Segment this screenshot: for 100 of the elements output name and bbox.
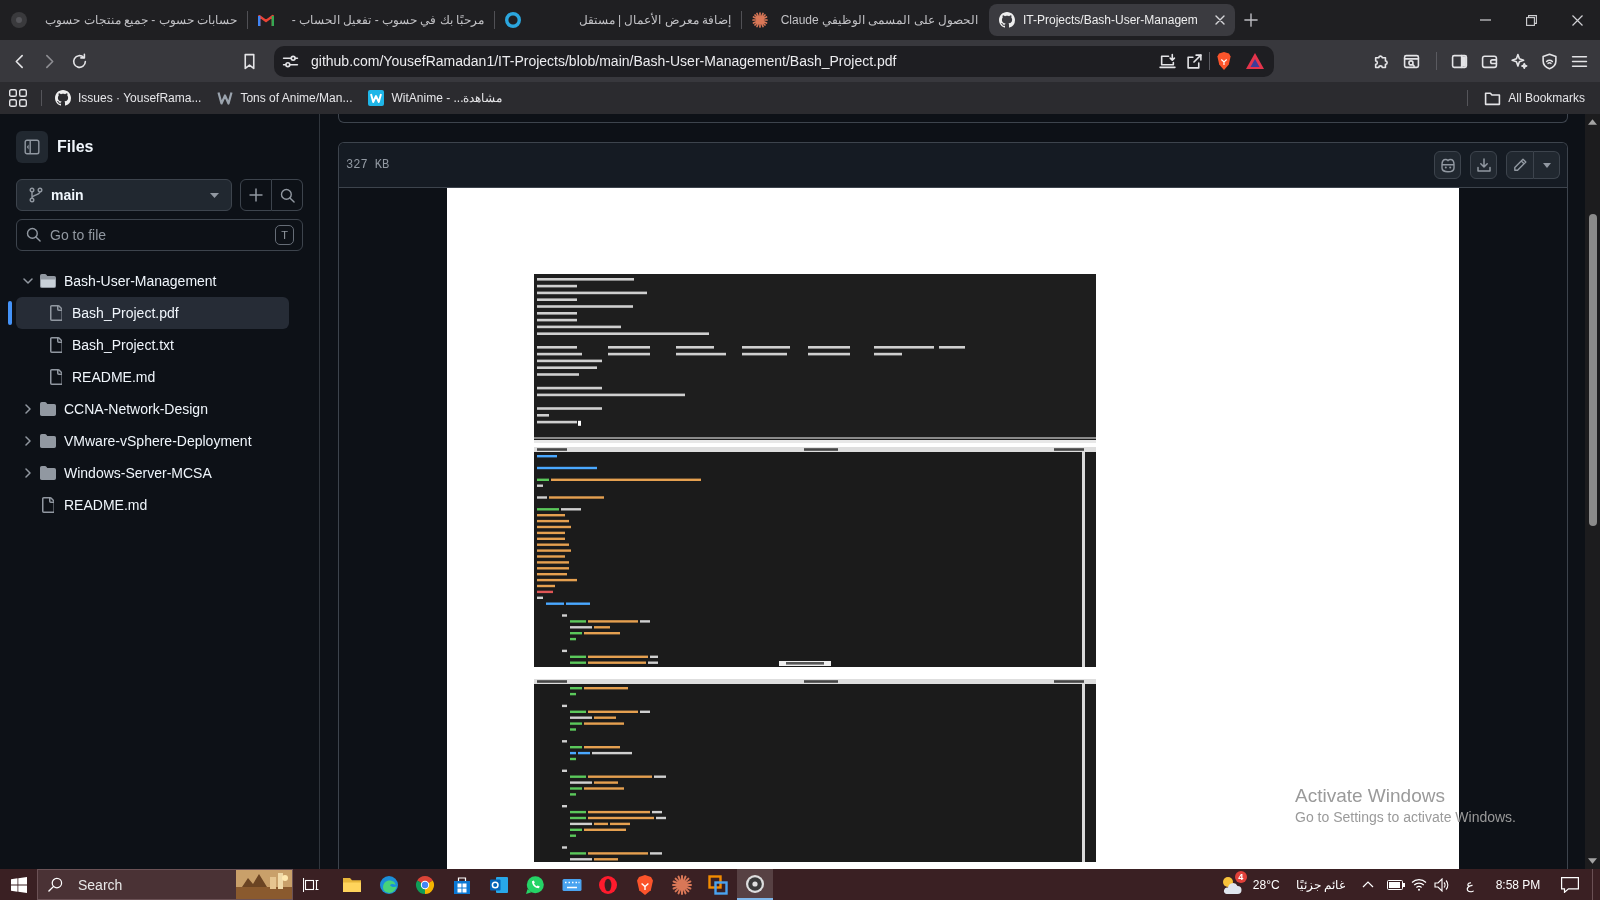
minimize-icon[interactable] [1479,19,1491,21]
all-bookmarks-button[interactable]: All Bookmarks [1484,86,1585,110]
scroll-up-arrow-icon[interactable] [1588,119,1597,125]
file-icon [50,369,62,385]
notification-badge: 4 [1234,870,1247,883]
notification-icon[interactable] [1561,876,1579,893]
add-file-button[interactable] [240,179,272,211]
address-field[interactable]: github.com/YousefRamadan1/IT-Projects/blob/main/Bash-User-Management/Bash_Project.pdf [274,45,1274,77]
circle-logo-icon [11,12,27,28]
temperature-text: 28°C [1252,876,1280,894]
puzzle-piece-icon[interactable] [1372,52,1390,70]
tree-item[interactable]: VMware-vSphere-Deployment [16,425,289,457]
more-options-button[interactable] [1534,151,1560,179]
bookmark-item[interactable]: Issues · YousefRama... [55,86,202,110]
o-ring-logo-icon [598,874,619,895]
starburst-icon [752,12,768,28]
apps-grid-icon[interactable] [9,89,27,107]
cat-logo-icon [55,90,71,106]
folder-icon [40,402,56,416]
disc-icon [744,873,765,894]
close-icon[interactable] [1571,14,1583,26]
share-icon[interactable] [1186,52,1203,70]
tree-item[interactable]: Bash_Project.txt [16,329,289,361]
scroll-down-arrow-icon[interactable] [1588,858,1597,864]
close-icon[interactable] [1215,15,1225,25]
scrollbar-thumb[interactable] [1588,214,1597,526]
bookmark-item[interactable]: Tons of Anime/Man... [217,86,353,110]
bookmark-item[interactable]: WitAnime - ...مشاهدة [368,86,503,110]
file-icon [42,497,54,513]
overlapping-squares-icon [708,874,729,895]
caret-down-icon [1542,162,1551,168]
task-view-icon[interactable] [303,876,319,893]
shortcut-key: T [275,225,294,245]
plus-icon[interactable] [1244,13,1258,27]
chat-bubble-icon [525,874,546,895]
swirl-logo-icon [378,874,399,895]
branch-button[interactable]: main [16,179,232,211]
chevron-down-icon[interactable] [23,278,33,284]
weather-condition-text: غائم جزئيًا [1295,876,1345,894]
wallet-icon[interactable] [1480,52,1498,70]
shield-icon[interactable] [1540,52,1558,70]
browser-tab[interactable]: IT-Projects/Bash-User-Managem [989,4,1235,36]
window-search-icon[interactable] [1402,52,1420,70]
chevron-right-icon[interactable] [25,468,31,478]
ring-logo-icon [505,12,521,28]
search-button[interactable] [272,179,303,211]
browser-tab[interactable]: الحصول على المسمى الوظيفي Claude [742,4,988,36]
clock-text[interactable]: 8:58 PM [1493,875,1543,894]
goggles-face-icon [1439,157,1456,173]
mail-app-icon [488,874,509,895]
tree-item[interactable]: Bash-User-Management [16,265,289,297]
download-button[interactable] [1470,151,1497,179]
restore-icon[interactable] [1525,14,1537,26]
tree-item[interactable]: Windows-Server-MCSA [16,457,289,489]
file-icon [50,337,62,353]
tree-item[interactable]: README.md [16,361,289,393]
windows-logo-icon[interactable] [10,876,27,893]
browser-tab[interactable]: إضافة معرض الأعمال | مستقل [495,4,741,36]
plus-icon [249,188,263,202]
download-icon [1476,158,1491,172]
folder-icon [40,434,56,448]
edit-button[interactable] [1506,151,1534,179]
triangle-logo-icon[interactable] [1246,53,1264,69]
search-icon [279,187,295,203]
folder-icon[interactable] [1484,89,1502,107]
sidebar-panel-icon[interactable] [1450,52,1468,70]
w-logo-icon [217,91,234,105]
tree-item[interactable]: Bash_Project.pdf [16,297,289,329]
sidebar-toggle-button[interactable] [16,131,48,163]
tree-item[interactable]: CCNA-Network-Design [16,393,289,425]
starburst-icon [671,874,692,895]
chevron-right-icon[interactable] [25,436,31,446]
file-size-text: 327 KB [346,157,390,174]
file-icon [50,305,62,321]
shield-logo-icon [635,874,656,895]
taskbar-app-button[interactable] [736,869,774,900]
cat-logo-icon [999,12,1015,28]
search-highlight-image [236,870,292,899]
install-app-icon[interactable] [1159,52,1176,70]
activation-notice-title: Activate Windows [1295,784,1446,808]
w-tile-logo-icon [368,90,385,106]
sidebar-toggle-icon [24,139,40,155]
branch-icon [29,187,43,203]
wifi-icon[interactable] [1411,878,1427,891]
sidebar-title: Files [57,137,94,157]
sparkles-icon[interactable] [1510,52,1528,70]
search-icon [26,227,41,242]
search-icon [48,877,63,892]
folder-icon [40,466,56,480]
reload-icon[interactable] [70,52,88,70]
pencil-icon [1513,158,1527,172]
input-language-indicator[interactable]: ع [1458,874,1482,895]
battery-icon[interactable] [1387,879,1405,890]
tree-item[interactable]: README.md [16,489,289,521]
chevron-right-icon[interactable] [25,404,31,414]
assistant-button[interactable] [1434,151,1461,179]
shield-logo-icon[interactable] [1216,52,1232,70]
speaker-icon[interactable] [1434,877,1450,892]
chevron-up-icon[interactable] [1362,881,1374,888]
caret-down-icon [210,192,219,198]
